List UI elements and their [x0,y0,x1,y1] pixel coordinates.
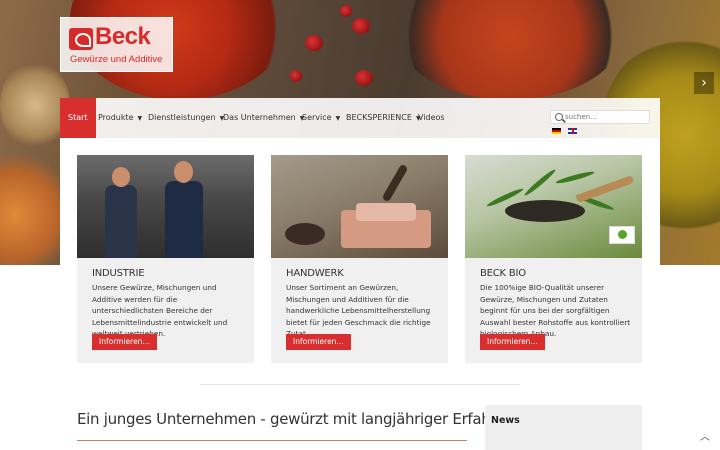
informieren-button[interactable]: Informieren... [480,334,545,350]
nav-item-start[interactable]: Start [60,98,96,138]
brand-logo[interactable]: Beck Gewürze und Additive [60,17,173,72]
nav-item-label: Start [68,113,88,122]
search-input[interactable] [565,111,649,123]
nav-item-produkte[interactable]: Produkte ▼ [98,98,142,138]
logo-name: Beck [95,23,151,50]
page-headline: Ein junges Unternehmen - gewürzt mit lan… [77,410,525,428]
caret-down-icon: ▼ [335,115,341,122]
section-divider [200,384,520,385]
card-title: BECK BIO [480,268,526,279]
chevron-up-icon[interactable]: ︿ [700,428,710,443]
nav-item-das-unternehmen[interactable]: Das Unternehmen ▼ [223,98,304,138]
hero-pepper [352,18,370,34]
nav-item-label: Videos [418,113,445,122]
person-head [112,167,130,187]
nav-item-becksperience[interactable]: BECKSPERIENCE ▼ [346,98,421,138]
hero-pepper [305,35,323,51]
card-text: Unser Sortiment an Gewürzen, Mischungen … [286,283,431,338]
hero-pepper [290,70,302,82]
nav-item-dienstleistungen[interactable]: Dienstleistungen ▼ [148,98,224,138]
person-figure [105,185,137,258]
nav-item-label: Produkte [98,113,134,122]
card-image-beck-bio [465,155,642,258]
card-industrie: INDUSTRIE Unsere Gewürze, Mischungen und… [77,155,254,363]
informieren-button[interactable]: Informieren... [92,334,157,350]
card-beck-bio: BECK BIO Die 100%ige BIO-Qualität unsere… [465,155,642,363]
language-de-flag-icon[interactable] [552,128,561,134]
chevron-right-icon[interactable]: › [694,72,714,94]
nav-item-label: Service [302,113,332,122]
logo-tagline: Gewürze und Additive [70,54,163,65]
main-navigation: Start Produkte ▼ Dienstleistungen ▼ Das Un… [60,98,660,138]
card-image-handwerk [271,155,448,258]
nav-item-videos[interactable]: Videos [418,98,445,138]
card-title: INDUSTRIE [92,268,145,279]
news-box: News [485,405,642,450]
language-en-flag-icon[interactable] [568,128,577,134]
nav-item-label: BECKSPERIENCE [346,113,412,122]
search-box[interactable] [550,110,650,124]
news-title: News [491,415,520,426]
card-text: Unsere Gewürze, Mischungen und Additive … [92,283,228,338]
informieren-button[interactable]: Informieren... [286,334,351,350]
card-title: HANDWERK [286,268,344,279]
card-handwerk: HANDWERK Unser Sortiment an Gewürzen, Mi… [271,155,448,363]
nav-item-service[interactable]: Service ▼ [302,98,340,138]
bio-badge-icon [609,226,635,244]
spice-bowl [285,223,325,245]
search-icon[interactable] [555,113,563,121]
nav-item-label: Das Unternehmen [223,113,296,122]
headline-rule [77,440,467,441]
hero-pepper [355,70,373,86]
hero-pepper [340,5,352,17]
knife [381,163,409,203]
person-figure [165,181,203,258]
herb-leaf [555,169,595,186]
herb-leaf [523,167,557,198]
card-text: Die 100%ige BIO-Qualität unserer Gewürze… [480,283,631,338]
person-head [174,161,193,183]
content-panel: INDUSTRIE Unsere Gewürze, Mischungen und… [60,138,660,450]
caret-down-icon: ▼ [137,115,143,122]
hero-food-bowl-center [395,0,625,100]
peppercorn-spoon [505,200,585,222]
meat-slice [356,203,416,221]
nav-item-label: Dienstleistungen [148,113,216,122]
logo-mark-icon [69,28,93,50]
card-image-industrie [77,155,254,258]
wooden-spoon [575,174,635,204]
